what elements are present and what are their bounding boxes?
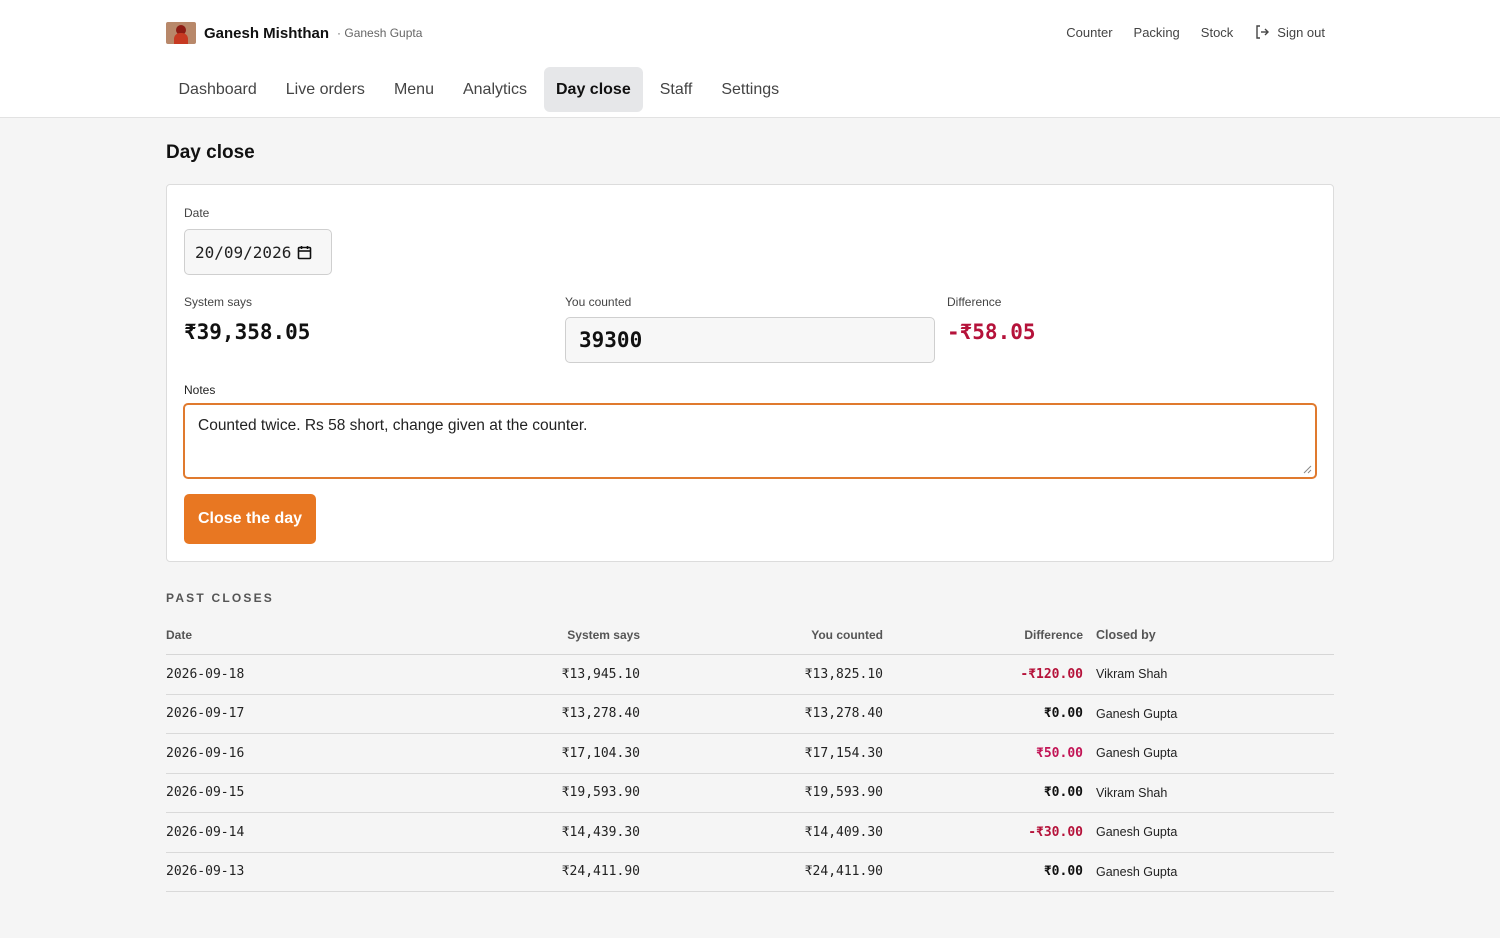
page-title: Day close bbox=[166, 142, 255, 163]
resize-handle-icon[interactable] bbox=[1303, 465, 1312, 474]
main-tabs: Dashboard Live orders Menu Analytics Day… bbox=[166, 67, 796, 112]
header-date: Date bbox=[166, 627, 193, 642]
cell-you-counted: ₹13,278.40 bbox=[804, 706, 883, 722]
cell-date: 2026-09-14 bbox=[166, 824, 245, 840]
table-row: 2026-09-18 ₹13,945.10 ₹13,825.10 -₹120.0… bbox=[166, 655, 1334, 695]
cell-closed-by: Ganesh Gupta bbox=[1096, 825, 1178, 840]
brand[interactable]: Ganesh Mishthan · Ganesh Gupta bbox=[166, 22, 422, 44]
topnav-stock-link[interactable]: Stock bbox=[1201, 25, 1234, 40]
cell-system-says: ₹24,411.90 bbox=[561, 864, 640, 880]
table-header: Date System says You counted Difference … bbox=[166, 615, 1334, 655]
cell-you-counted: ₹17,154.30 bbox=[804, 745, 883, 761]
system-says-value: ₹39,358.05 bbox=[184, 320, 311, 344]
cell-difference: ₹0.00 bbox=[1043, 785, 1083, 801]
cell-closed-by: Vikram Shah bbox=[1096, 785, 1168, 800]
app-header: Ganesh Mishthan · Ganesh Gupta Counter P… bbox=[0, 0, 1500, 118]
header-system-says: System says bbox=[567, 627, 640, 642]
you-counted-input[interactable]: 39300 bbox=[565, 317, 935, 363]
difference-label: Difference bbox=[947, 295, 1002, 309]
date-value: 20/09/2026 bbox=[195, 242, 292, 262]
cell-system-says: ₹13,945.10 bbox=[561, 666, 640, 682]
cell-date: 2026-09-16 bbox=[166, 745, 245, 761]
cell-closed-by: Ganesh Gupta bbox=[1096, 864, 1178, 879]
cell-date: 2026-09-17 bbox=[166, 706, 245, 722]
tab-live-orders[interactable]: Live orders bbox=[273, 67, 377, 112]
notes-text: Counted twice. Rs 58 short, change given… bbox=[198, 417, 588, 434]
cell-date: 2026-09-13 bbox=[166, 864, 245, 880]
day-close-form: Date 20/09/2026 System says ₹39,358.05 Y… bbox=[166, 184, 1334, 562]
cell-closed-by: Vikram Shah bbox=[1096, 667, 1168, 682]
header-closed-by: Closed by bbox=[1096, 627, 1156, 642]
header-you-counted: You counted bbox=[811, 627, 883, 642]
notes-label: Notes bbox=[184, 383, 216, 397]
cell-system-says: ₹13,278.40 bbox=[561, 706, 640, 722]
cell-system-says: ₹17,104.30 bbox=[561, 745, 640, 761]
cell-you-counted: ₹24,411.90 bbox=[804, 864, 883, 880]
tab-analytics[interactable]: Analytics bbox=[450, 67, 539, 112]
sign-out-button[interactable]: Sign out bbox=[1254, 24, 1325, 40]
table-row: 2026-09-16 ₹17,104.30 ₹17,154.30 ₹50.00 … bbox=[166, 734, 1334, 774]
cell-difference: ₹0.00 bbox=[1043, 706, 1083, 722]
brand-logo bbox=[166, 22, 196, 44]
cell-closed-by: Ganesh Gupta bbox=[1096, 746, 1178, 761]
cell-difference: -₹30.00 bbox=[1028, 824, 1083, 840]
sign-out-icon bbox=[1256, 25, 1270, 39]
cell-difference: -₹120.00 bbox=[1020, 666, 1083, 682]
cell-difference: ₹50.00 bbox=[1036, 745, 1083, 761]
you-counted-label: You counted bbox=[565, 295, 632, 309]
table-row: 2026-09-15 ₹19,593.90 ₹19,593.90 ₹0.00 V… bbox=[166, 774, 1334, 813]
topnav-packing-link[interactable]: Packing bbox=[1134, 25, 1180, 40]
tab-day-close[interactable]: Day close bbox=[543, 67, 644, 112]
close-day-button[interactable]: Close the day bbox=[184, 494, 316, 544]
tab-menu[interactable]: Menu bbox=[381, 67, 446, 112]
cell-date: 2026-09-15 bbox=[166, 785, 245, 801]
tab-staff[interactable]: Staff bbox=[647, 67, 705, 112]
brand-user: · Ganesh Gupta bbox=[337, 26, 423, 40]
table-row: 2026-09-17 ₹13,278.40 ₹13,278.40 ₹0.00 G… bbox=[166, 695, 1334, 734]
sign-out-label: Sign out bbox=[1277, 24, 1325, 40]
tab-dashboard[interactable]: Dashboard bbox=[166, 67, 269, 112]
past-closes-table: Date System says You counted Difference … bbox=[166, 615, 1334, 892]
date-label: Date bbox=[184, 206, 210, 220]
system-says-label: System says bbox=[184, 295, 253, 309]
topnav-counter-link[interactable]: Counter bbox=[1066, 25, 1112, 40]
cell-difference: ₹0.00 bbox=[1043, 864, 1083, 880]
difference-value: -₹58.05 bbox=[947, 320, 1036, 344]
cell-date: 2026-09-18 bbox=[166, 666, 245, 682]
header-difference: Difference bbox=[1024, 627, 1083, 642]
calendar-icon[interactable] bbox=[297, 245, 312, 260]
top-nav: Counter Packing Stock Sign out bbox=[1045, 24, 1325, 40]
table-row: 2026-09-14 ₹14,439.30 ₹14,409.30 -₹30.00… bbox=[166, 813, 1334, 853]
table-row: 2026-09-13 ₹24,411.90 ₹24,411.90 ₹0.00 G… bbox=[166, 853, 1334, 892]
tab-settings[interactable]: Settings bbox=[709, 67, 792, 112]
past-closes-title: PAST CLOSES bbox=[166, 591, 274, 605]
cell-you-counted: ₹14,409.30 bbox=[804, 824, 883, 840]
cell-you-counted: ₹13,825.10 bbox=[804, 666, 883, 682]
cell-you-counted: ₹19,593.90 bbox=[804, 785, 883, 801]
cell-system-says: ₹19,593.90 bbox=[561, 785, 640, 801]
cell-system-says: ₹14,439.30 bbox=[561, 824, 640, 840]
brand-name: Ganesh Mishthan bbox=[204, 24, 330, 42]
cell-closed-by: Ganesh Gupta bbox=[1096, 706, 1178, 721]
notes-textarea[interactable]: Counted twice. Rs 58 short, change given… bbox=[183, 403, 1317, 479]
date-input[interactable]: 20/09/2026 bbox=[184, 229, 332, 275]
